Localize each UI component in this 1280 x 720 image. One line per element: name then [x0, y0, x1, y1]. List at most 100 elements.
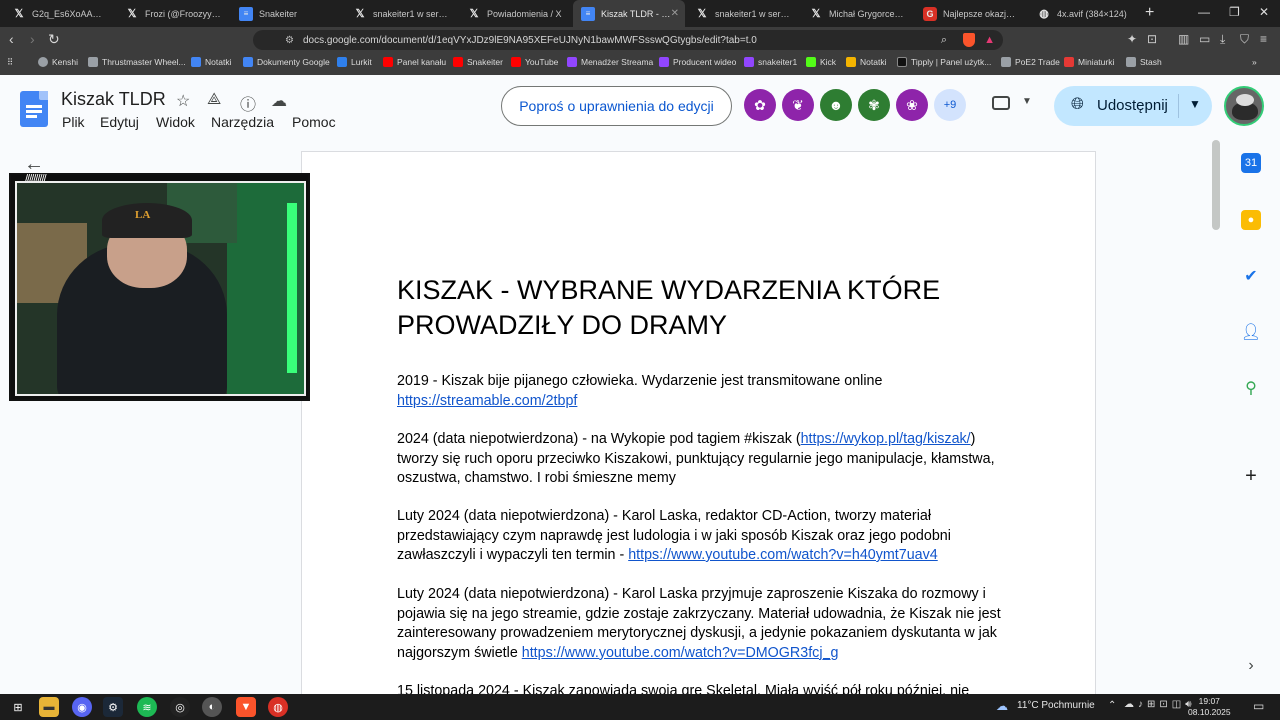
bookmark-item[interactable]: Snakeiter	[453, 57, 503, 67]
steam-icon[interactable]: ⚙	[103, 697, 123, 717]
browser-tab[interactable]: 𝕏snakeiter1 w serwisie X	[687, 0, 799, 27]
sidebar-icon[interactable]: ▥	[1178, 32, 1189, 46]
collaborator-avatar[interactable]: ❦	[782, 89, 814, 121]
share-button[interactable]: 🌐︎ Udostępnij ▼	[1054, 86, 1212, 126]
app-icon[interactable]: ◍	[268, 697, 288, 717]
bookmark-item[interactable]: YouTube	[511, 57, 558, 67]
vpn-icon[interactable]: ⛉	[1240, 32, 1249, 47]
site-info-icon[interactable]: ⚙	[285, 35, 294, 46]
browser-tab[interactable]: 𝕏Frozi (@FroozyyP) / X	[117, 0, 229, 27]
system-clock[interactable]: 19:07 08.10.2025	[1188, 696, 1231, 718]
browser-tab[interactable]: GNajlepsze okazje na 3	[915, 0, 1027, 27]
close-window-icon[interactable]: ✕	[1259, 5, 1269, 19]
bookmark-item[interactable]: Notatki	[191, 57, 231, 67]
browser-tab[interactable]: ≡ Snakeiter	[231, 0, 343, 27]
browser-tab-active[interactable]: ≡ Kiszak TLDR - Dok ✕	[573, 0, 685, 27]
menu-tools[interactable]: Narzędzia	[211, 114, 274, 130]
rewards-icon[interactable]: ▲	[984, 34, 995, 46]
brave-shield-icon[interactable]	[963, 33, 975, 47]
bookmark-item[interactable]: Stash	[1126, 57, 1162, 67]
expand-panel-chevron-icon[interactable]: ›	[1241, 656, 1261, 676]
more-collaborators-badge[interactable]: +9	[934, 89, 966, 121]
minimize-icon[interactable]: —	[1198, 5, 1210, 19]
cloud-status-icon[interactable]: ☁	[271, 91, 287, 111]
collaborator-avatar[interactable]: ❀	[896, 89, 928, 121]
bookmark-item[interactable]: Tipply | Panel użytk...	[897, 57, 991, 67]
collaborator-avatar[interactable]: ☻	[820, 89, 852, 121]
app-icon[interactable]: ◐	[202, 697, 222, 717]
collaborator-avatar[interactable]: ✿	[744, 89, 776, 121]
bookmark-item[interactable]: Lurkit	[337, 57, 372, 67]
back-icon[interactable]: ‹	[9, 31, 14, 47]
reload-icon[interactable]: ↻	[48, 31, 60, 48]
tray-icons[interactable]: ☁♪⊞⊡◫🔊︎	[1124, 699, 1196, 710]
screenshot-icon[interactable]: ⊡	[1147, 32, 1157, 46]
browser-tab[interactable]: 𝕏snakeiter1 w serwisie X	[345, 0, 457, 27]
zoom-icon[interactable]: ⌕	[941, 34, 947, 47]
menu-file[interactable]: Plik	[62, 114, 85, 130]
account-avatar[interactable]	[1224, 86, 1264, 126]
browser-tab[interactable]: 𝕏G2q_Es6XoAADd_U (6	[4, 0, 116, 27]
document-link[interactable]: https://www.youtube.com/watch?v=h40ymt7u…	[628, 547, 938, 563]
download-icon[interactable]: ⤓	[1220, 32, 1225, 47]
more-bookmarks-icon[interactable]: »	[1252, 57, 1257, 67]
bookmark-item[interactable]: Menadżer Streama	[567, 57, 653, 67]
weather-text[interactable]: 11°C Pochmurnie	[1017, 700, 1095, 711]
document-link[interactable]: https://wykop.pl/tag/kiszak/	[801, 431, 971, 447]
globe-icon: ◍	[1039, 8, 1049, 20]
meet-button[interactable]: ▼	[990, 92, 1038, 120]
obs-icon[interactable]: ◎	[170, 697, 190, 717]
bookmark-item[interactable]: Miniaturki	[1064, 57, 1114, 67]
browser-tab[interactable]: 𝕏Michał Grygorcewicz (	[801, 0, 913, 27]
document-link[interactable]: https://streamable.com/2tbpf	[397, 393, 577, 409]
bookmark-item[interactable]: snakeiter1	[744, 57, 797, 67]
menu-edit[interactable]: Edytuj	[100, 114, 139, 130]
request-edit-access-button[interactable]: Poproś o uprawnienia do edycji	[501, 86, 732, 126]
add-addon-icon[interactable]: +	[1241, 465, 1261, 487]
spotify-icon[interactable]: ≋	[137, 697, 157, 717]
bookmark-item[interactable]: Producent wideo	[659, 57, 736, 67]
browser-tab[interactable]: 𝕏 Powiadomienia / X	[459, 0, 571, 27]
contacts-icon[interactable]: 👤︎	[1241, 322, 1261, 342]
maps-icon[interactable]: ⚲	[1241, 378, 1261, 398]
forward-icon[interactable]: ›	[30, 31, 35, 47]
document-link[interactable]: https://www.youtube.com/watch?v=DMOGR3fc…	[522, 645, 839, 661]
browser-tab[interactable]: ◍ 4x.avif (384×124)	[1029, 0, 1141, 27]
close-tab-icon[interactable]: ✕	[671, 8, 679, 19]
document-scrollbar[interactable]	[1212, 140, 1220, 230]
share-options-chevron-icon[interactable]: ▼	[1189, 97, 1201, 111]
tray-chevron-icon[interactable]: ⌃	[1108, 700, 1116, 711]
file-explorer-icon[interactable]: ▬	[39, 697, 59, 717]
notifications-icon[interactable]: ▭	[1253, 699, 1264, 713]
star-icon[interactable]: ☆	[176, 91, 190, 111]
apps-icon[interactable]: ⠿	[7, 57, 13, 68]
collaborator-avatar[interactable]: ✾	[858, 89, 890, 121]
url-field[interactable]: ⚙ docs.google.com/document/d/1eqVYxJDz9l…	[253, 30, 1003, 50]
bookmark-item[interactable]: Kenshi	[38, 57, 78, 67]
bookmark-item[interactable]: PoE2 Trade	[1001, 57, 1060, 67]
menu-help[interactable]: Pomoc	[292, 114, 336, 130]
globe-icon: 🌐︎	[1071, 96, 1084, 113]
new-tab-icon[interactable]: +	[1145, 4, 1154, 22]
bookmark-item[interactable]: Notatki	[846, 57, 886, 67]
wallet-icon[interactable]: ▭	[1199, 32, 1210, 46]
bookmark-item[interactable]: Dokumenty Google	[243, 57, 330, 67]
calendar-icon[interactable]: 31	[1241, 153, 1261, 173]
brave-browser-icon[interactable]: ▼	[236, 697, 256, 717]
extensions-icon[interactable]: ✦	[1127, 32, 1137, 46]
discord-icon[interactable]: ◉	[72, 697, 92, 717]
bookmark-item[interactable]: Panel kanału	[383, 57, 446, 67]
keep-icon[interactable]: ●	[1241, 210, 1261, 230]
info-icon[interactable]: ⓘ	[240, 91, 256, 115]
tasks-icon[interactable]: ✔	[1241, 266, 1261, 286]
bookmark-item[interactable]: Thrustmaster Wheel...	[88, 57, 186, 67]
docs-logo-icon[interactable]	[20, 91, 48, 127]
document-title[interactable]: Kiszak TLDR	[61, 89, 166, 110]
menu-view[interactable]: Widok	[156, 114, 195, 130]
bookmark-item[interactable]: Kick	[806, 57, 836, 67]
shortcut-icon[interactable]: ⟁	[207, 91, 221, 109]
restore-icon[interactable]: ❐	[1229, 5, 1240, 19]
windows-start-icon[interactable]: ⊞	[8, 697, 28, 717]
bookmark-favicon	[659, 57, 669, 67]
menu-icon[interactable]: ≡	[1260, 32, 1267, 46]
